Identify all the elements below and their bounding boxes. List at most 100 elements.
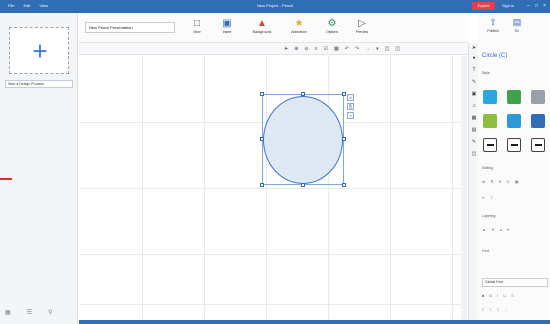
grid-line xyxy=(80,188,461,189)
ribbon-toolbar: New Pencil Presentation □ New ▣ Insert ▲… xyxy=(79,13,468,43)
crop-icon[interactable]: ▣ xyxy=(515,179,519,184)
pointer-tool-icon[interactable]: ➤ xyxy=(470,45,478,51)
publish-button[interactable]: ⇧ Publish xyxy=(482,17,504,33)
forward-icon[interactable]: ▴ xyxy=(500,227,502,232)
flip-v-icon[interactable]: ⇅ xyxy=(490,179,493,184)
line-style-option[interactable] xyxy=(507,138,521,152)
align-left-text-icon[interactable]: ≡ xyxy=(482,307,484,312)
copy-icon[interactable]: ⎘ xyxy=(347,103,354,110)
style-swatch[interactable] xyxy=(507,90,521,104)
maximize-button[interactable]: □ xyxy=(535,3,538,9)
pointer-icon[interactable]: ➤ xyxy=(284,45,288,53)
image-tool-icon[interactable]: ▣ xyxy=(470,91,478,97)
title-bar: File Edit View New Project - Pencil Expi… xyxy=(0,0,550,13)
delete-icon[interactable]: × xyxy=(347,112,354,119)
properties-panel: ⇧ Publish ▤ Ex Circle (C) Style Editing … xyxy=(478,13,550,320)
minimize-button[interactable]: – xyxy=(527,3,530,9)
status-bar xyxy=(79,320,550,324)
style-swatch[interactable] xyxy=(531,90,545,104)
options-button[interactable]: ⚙ Options xyxy=(317,17,347,34)
bring-front-icon[interactable]: ▲ xyxy=(482,227,486,232)
page-name-field[interactable]: Start a Design Process xyxy=(5,80,73,88)
strike-icon[interactable]: S xyxy=(511,293,514,298)
resize-handle[interactable] xyxy=(301,183,305,187)
pages-footer: ▦ ☰ ⚲ xyxy=(5,309,52,316)
resize-handle[interactable] xyxy=(260,183,264,187)
font-select[interactable]: Global Font xyxy=(482,278,548,287)
shape-tool-icon[interactable]: ● xyxy=(470,55,478,61)
music-tool-icon[interactable]: ♫ xyxy=(470,103,478,109)
align-center-icon[interactable]: ≡ xyxy=(489,307,491,312)
style-swatch[interactable] xyxy=(483,90,497,104)
brush-tool-icon[interactable]: ✎ xyxy=(470,139,478,145)
pages-panel: + Start a Design Process ▦ ☰ ⚲ xyxy=(0,13,78,324)
layout-icon[interactable]: ◫ xyxy=(385,45,390,53)
sign-in-link[interactable]: Sign in xyxy=(502,3,514,8)
status-badge[interactable]: Expired xyxy=(472,2,495,10)
new-button-label: New xyxy=(193,30,201,34)
arrow-icon[interactable]: → xyxy=(365,45,370,53)
editor-canvas[interactable]: ∞ ⎘ × xyxy=(80,56,461,320)
resize-handle[interactable] xyxy=(342,137,346,141)
canvas-scrollbar[interactable] xyxy=(461,56,467,320)
grid-view-icon[interactable]: ▦ xyxy=(5,309,11,316)
text-tool-icon[interactable]: T xyxy=(470,67,478,73)
selection-box[interactable] xyxy=(262,94,344,185)
send-back-icon[interactable]: ▼ xyxy=(491,227,495,232)
link-icon[interactable]: ∞ xyxy=(347,94,354,101)
resize-handle[interactable] xyxy=(260,137,264,141)
undo-icon[interactable]: ↶ xyxy=(345,45,349,53)
text-color-icon[interactable]: ■ xyxy=(482,293,484,298)
font-label: Font xyxy=(482,249,490,253)
document-name-field[interactable]: New Pencil Presentation xyxy=(85,22,175,33)
background-button[interactable]: ▲ Background xyxy=(247,17,277,34)
italic-icon[interactable]: I xyxy=(497,293,498,298)
dropdown-icon[interactable]: ▾ xyxy=(376,45,379,53)
layers-tool-icon[interactable]: ◫ xyxy=(470,151,478,157)
insert-button[interactable]: ▣ Insert xyxy=(212,17,242,34)
zoom-out-icon[interactable]: ⊖ xyxy=(304,45,308,53)
line-style-option[interactable] xyxy=(483,138,497,152)
resize-handle[interactable] xyxy=(260,92,264,96)
bold-text-icon[interactable]: B xyxy=(489,293,492,298)
style-swatch[interactable] xyxy=(531,114,545,128)
options-icon: ⚙ xyxy=(327,18,337,29)
group-icon[interactable]: ▩ xyxy=(334,45,339,53)
publish-label: Publish xyxy=(487,29,499,33)
flip-h-icon[interactable]: ⇄ xyxy=(482,179,485,184)
zoom-in-icon[interactable]: ⊕ xyxy=(294,45,298,53)
redo-icon[interactable]: ↷ xyxy=(355,45,359,53)
text-style-label[interactable]: T xyxy=(490,195,492,200)
backward-icon[interactable]: ▾ xyxy=(507,227,509,232)
export-button[interactable]: ▤ Ex xyxy=(506,17,528,33)
close-button[interactable]: × xyxy=(543,3,546,9)
add-page-thumbnail[interactable]: + xyxy=(9,27,69,74)
rotate-icon[interactable]: ↻ xyxy=(506,179,509,184)
grid-line xyxy=(80,304,461,305)
tool-strip: ➤ ● T ✎ ▣ ♫ ▦ ▤ ✎ ◫ xyxy=(468,43,478,320)
bold-icon[interactable]: B xyxy=(499,179,502,184)
animation-button[interactable]: ★ Animation xyxy=(284,17,314,34)
new-button[interactable]: □ New xyxy=(182,17,212,34)
upload-icon: ⇧ xyxy=(489,17,497,27)
table-tool-icon[interactable]: ▦ xyxy=(470,115,478,121)
style-swatch[interactable] xyxy=(507,114,521,128)
underline-icon[interactable]: U xyxy=(503,293,506,298)
resize-handle[interactable] xyxy=(301,92,305,96)
format-toolbar: ➤ ⊕ ⊖ ≡ ☑ ▩ ↶ ↷ → ▾ ◫ ◫ xyxy=(79,43,468,55)
line-style-option[interactable] xyxy=(531,138,545,152)
resize-handle[interactable] xyxy=(342,92,346,96)
align-right-icon[interactable]: ≡ xyxy=(497,307,499,312)
chart-tool-icon[interactable]: ▤ xyxy=(470,127,478,133)
pen-tool-icon[interactable]: ✎ xyxy=(470,79,478,85)
list-icon[interactable]: ⋮ xyxy=(504,307,508,312)
search-icon[interactable]: ⚲ xyxy=(48,309,52,316)
panel-icon[interactable]: ◫ xyxy=(395,45,400,53)
align-icon[interactable]: ≡ xyxy=(315,45,318,53)
preview-button[interactable]: ▷ Preview xyxy=(347,17,377,34)
align-left-icon[interactable]: ⇤ xyxy=(482,195,485,200)
resize-handle[interactable] xyxy=(342,183,346,187)
style-swatch[interactable] xyxy=(483,114,497,128)
lock-icon[interactable]: ☑ xyxy=(324,45,328,53)
list-view-icon[interactable]: ☰ xyxy=(27,309,32,316)
